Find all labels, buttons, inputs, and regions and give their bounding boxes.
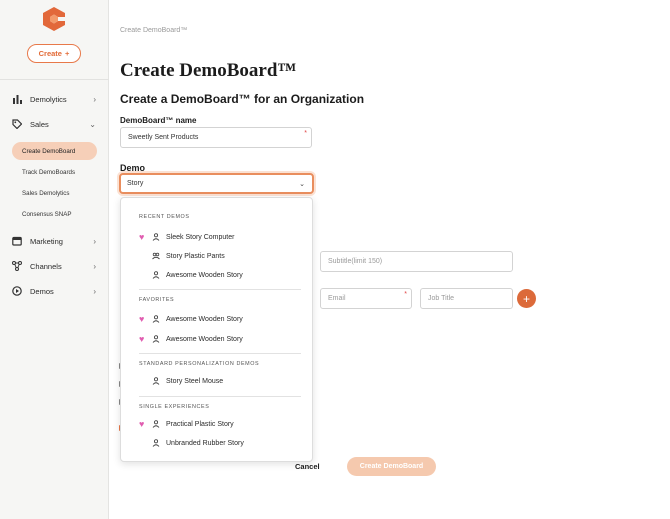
dropdown-item[interactable]: ♥ Practical Plastic Story xyxy=(139,418,234,430)
dropdown-divider xyxy=(139,396,301,397)
required-asterisk: * xyxy=(304,130,307,137)
demoboard-name-label: DemoBoard™ name xyxy=(120,116,197,125)
dropdown-group-title: FAVORITES xyxy=(139,297,175,303)
demoboard-name-input[interactable]: Sweetly Sent Products * xyxy=(120,127,312,148)
dropdown-item-label: Story Steel Mouse xyxy=(166,377,224,385)
demo-select[interactable]: Story ⌄ xyxy=(119,173,314,194)
chevron-right-icon: › xyxy=(93,286,96,296)
chevron-right-icon: › xyxy=(93,236,96,246)
heart-icon[interactable]: ♥ xyxy=(139,315,148,324)
job-title-placeholder: Job Title xyxy=(428,295,455,302)
sidebar-subitem-label: Create DemoBoard xyxy=(22,147,76,155)
cancel-button[interactable]: Cancel xyxy=(295,462,320,471)
dropdown-item[interactable]: ♥ Awesome Wooden Story xyxy=(139,269,243,281)
sidebar-item-label: Demolytics xyxy=(30,94,67,104)
sidebar-item-channels[interactable]: Channels › xyxy=(12,259,98,273)
create-demoboard-button[interactable]: Create DemoBoard xyxy=(347,457,436,476)
calendar-icon xyxy=(12,236,22,246)
page-title: Create DemoBoard™ xyxy=(120,60,297,81)
chevron-right-icon: › xyxy=(93,261,96,271)
subtitle-input[interactable]: Subtitle(limit 150) xyxy=(320,251,513,272)
email-input[interactable]: Email * xyxy=(320,288,412,309)
dropdown-item[interactable]: ♥ Awesome Wooden Story xyxy=(139,333,243,345)
subtitle-placeholder: Subtitle(limit 150) xyxy=(328,258,383,265)
dropdown-item[interactable]: ♥ Story Plastic Pants xyxy=(139,250,225,262)
dropdown-item[interactable]: ♥ Story Steel Mouse xyxy=(139,375,223,387)
sidebar-item-marketing[interactable]: Marketing › xyxy=(12,234,98,248)
required-asterisk: * xyxy=(404,291,407,298)
channels-icon xyxy=(12,261,22,271)
dropdown-item-label: Unbranded Rubber Story xyxy=(166,439,244,447)
sidebar-item-label: Sales xyxy=(30,119,49,129)
sidebar-subitem-track-demoboards[interactable]: Track DemoBoards xyxy=(22,169,75,176)
person-icon xyxy=(152,377,160,385)
sidebar-subitem-consensus-snap[interactable]: Consensus SNAP xyxy=(22,211,72,218)
person-icon xyxy=(152,335,160,343)
app-logo-icon[interactable] xyxy=(43,7,65,31)
dropdown-divider xyxy=(139,289,301,290)
dropdown-item[interactable]: ♥ Awesome Wooden Story xyxy=(139,313,243,325)
dropdown-item-label: Awesome Wooden Story xyxy=(166,271,243,279)
demo-dropdown-menu: RECENT DEMOS ♥ Sleek Story Computer ♥ St… xyxy=(120,197,313,462)
add-contact-button[interactable]: + xyxy=(517,289,536,308)
dropdown-item-label: Awesome Wooden Story xyxy=(166,335,243,343)
chevron-down-icon: ⌄ xyxy=(299,181,305,188)
demo-select-value: Story xyxy=(127,180,144,187)
breadcrumb[interactable]: Create DemoBoard™ xyxy=(120,27,187,34)
email-placeholder: Email xyxy=(328,295,346,302)
dropdown-item-label: Sleek Story Computer xyxy=(166,233,235,241)
person-icon xyxy=(152,420,160,428)
dropdown-divider xyxy=(139,353,301,354)
dropdown-item[interactable]: ♥ Sleek Story Computer xyxy=(139,231,234,243)
sidebar: Create + Demolytics › Sales ⌄ Create Dem… xyxy=(0,0,109,519)
person-icon xyxy=(152,315,160,323)
plus-icon: + xyxy=(64,49,70,58)
heart-icon[interactable]: ♥ xyxy=(139,420,148,429)
person-icon xyxy=(152,439,160,447)
chevron-right-icon: › xyxy=(93,94,96,104)
sidebar-item-demos[interactable]: Demos › xyxy=(12,284,98,298)
sidebar-divider xyxy=(0,79,109,80)
dropdown-item-label: Awesome Wooden Story xyxy=(166,315,243,323)
bar-chart-icon xyxy=(12,94,22,104)
person-icon xyxy=(152,271,160,279)
sidebar-item-label: Marketing xyxy=(30,236,63,246)
create-demoboard-button-label: Create DemoBoard xyxy=(359,463,424,470)
dropdown-item-label: Story Plastic Pants xyxy=(166,252,225,260)
job-title-input[interactable]: Job Title xyxy=(420,288,513,309)
dropdown-group-title: SINGLE EXPERIENCES xyxy=(139,404,210,410)
sidebar-subitem-create-demoboard[interactable]: Create DemoBoard xyxy=(12,142,97,160)
sidebar-item-label: Channels xyxy=(30,261,62,271)
play-icon xyxy=(12,286,22,296)
sidebar-item-demolytics[interactable]: Demolytics › xyxy=(12,92,98,106)
sidebar-item-sales[interactable]: Sales ⌄ xyxy=(12,117,98,131)
person-icon xyxy=(152,233,160,241)
create-button-label: Create xyxy=(38,49,62,58)
demo-label: Demo xyxy=(120,163,146,173)
sidebar-item-label: Demos xyxy=(30,286,54,296)
demoboard-name-value: Sweetly Sent Products xyxy=(128,134,199,141)
group-icon xyxy=(152,252,160,260)
create-button[interactable]: Create + xyxy=(27,44,81,63)
dropdown-item-label: Practical Plastic Story xyxy=(166,420,234,428)
chevron-down-icon: ⌄ xyxy=(89,119,96,129)
section-title: Create a DemoBoard™ for an Organization xyxy=(120,92,365,106)
plus-icon: + xyxy=(522,291,530,306)
dropdown-group-title: RECENT DEMOS xyxy=(139,214,190,220)
sidebar-subitem-sales-demolytics[interactable]: Sales Demolytics xyxy=(22,190,69,197)
dropdown-item[interactable]: ♥ Unbranded Rubber Story xyxy=(139,437,244,449)
heart-icon[interactable]: ♥ xyxy=(139,233,148,242)
dropdown-group-title: STANDARD PERSONALIZATION DEMOS xyxy=(139,361,260,367)
heart-icon[interactable]: ♥ xyxy=(139,335,148,344)
tag-icon xyxy=(12,119,22,129)
